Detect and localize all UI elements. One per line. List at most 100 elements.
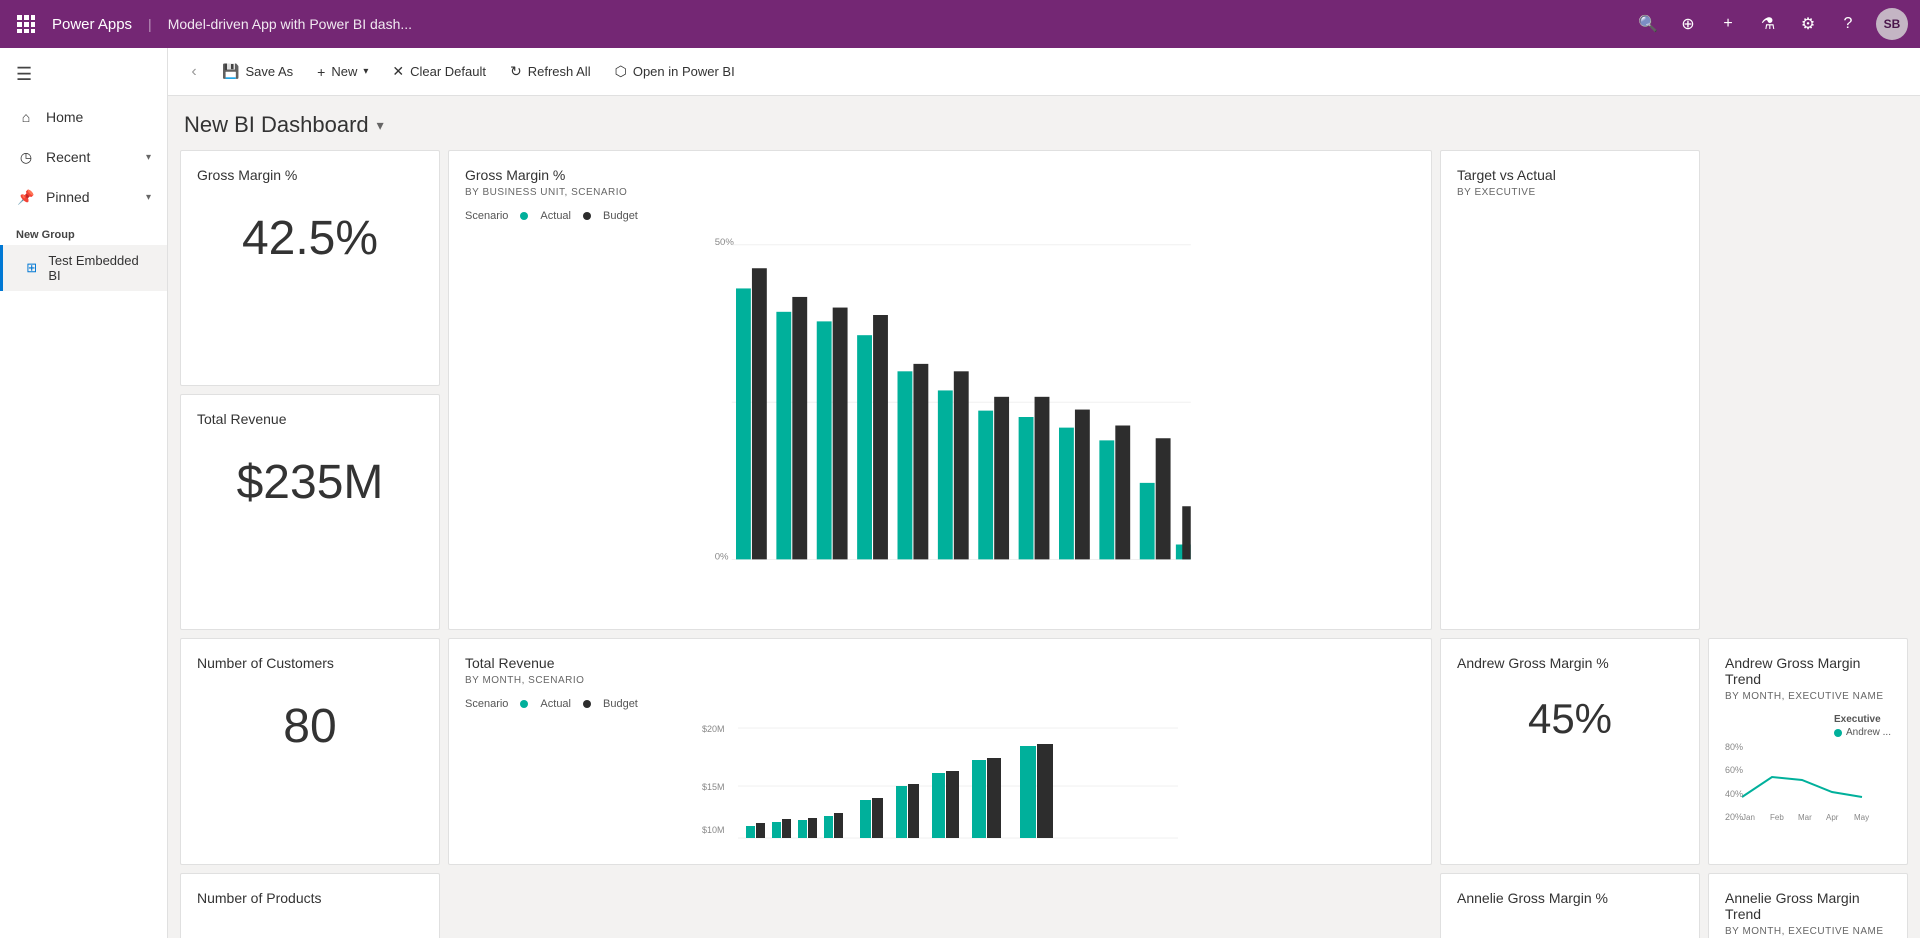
actual-dot [520,212,528,220]
recent-clock-icon: ◷ [16,147,36,167]
svg-text:FO-0: FO-0 [862,568,884,570]
svg-text:PU-0: PU-0 [1024,568,1046,570]
target-vs-actual-subtitle: BY EXECUTIVE [1457,187,1683,198]
svg-text:Apr: Apr [1826,813,1839,822]
dashboard-title: New BI Dashboard [184,112,369,138]
sidebar-item-pinned[interactable]: 📌 Pinned ▾ [0,177,167,217]
budget-label: Budget [603,210,638,222]
total-revenue-title: Total Revenue [197,411,423,427]
gross-margin-value: 42.5% [197,187,423,290]
sidebar-embedded-label: Test Embedded BI [48,253,151,283]
search-icon[interactable]: 🔍 [1636,12,1660,36]
total-revenue-chart-subtitle: BY MONTH, SCENARIO [465,675,1415,686]
open-power-bi-label: Open in Power BI [633,64,735,79]
pinned-chevron-icon: ▾ [146,192,151,203]
sidebar: ☰ ⌂ Home ◷ Recent ▾ 📌 Pinned ▾ New Group… [0,48,168,938]
tile-target-vs-actual: Target vs Actual BY EXECUTIVE [1440,150,1700,630]
svg-text:HO-0: HO-0 [984,568,1007,570]
products-title: Number of Products [197,890,423,906]
andrew-gm-value: 45% [1457,675,1683,763]
sidebar-recent-label: Recent [46,149,136,165]
svg-text:SE-0: SE-0 [1064,568,1085,570]
dashboard-area: New BI Dashboard ▾ Gross Margin % 42.5% … [168,96,1920,938]
tile-andrew-gross-margin: Andrew Gross Margin % 45% [1440,638,1700,865]
pin-icon: 📌 [16,187,36,207]
customers-title: Number of Customers [197,655,423,671]
add-icon[interactable]: + [1716,12,1740,36]
svg-text:CP-0: CP-0 [903,568,925,570]
sidebar-item-recent[interactable]: ◷ Recent ▾ [0,137,167,177]
tile-total-revenue-chart: Total Revenue BY MONTH, SCENARIO Scenari… [448,638,1432,865]
annelie-trend-subtitle: BY MONTH, EXECUTIVE NAME [1725,926,1891,937]
total-revenue-value: $235M [197,431,423,534]
clear-default-button[interactable]: ✕ Clear Default [382,57,496,86]
svg-text:$15M: $15M [702,782,725,792]
tile-gross-margin-pct: Gross Margin % 42.5% [180,150,440,386]
save-as-button[interactable]: 💾 Save As [212,57,303,86]
tile-andrew-trend: Andrew Gross Margin Trend BY MONTH, EXEC… [1708,638,1908,865]
waffle-menu[interactable] [12,10,40,38]
annelie-gm-title: Annelie Gross Margin % [1457,890,1683,906]
filter-icon[interactable]: ⚗ [1756,12,1780,36]
customers-value: 80 [197,675,423,778]
home-icon: ⌂ [16,107,36,127]
save-as-label: Save As [245,64,293,79]
tile-annelie-trend: Annelie Gross Margin Trend BY MONTH, EXE… [1708,873,1908,938]
settings-icon[interactable]: ⚙ [1796,12,1820,36]
tile-number-customers: Number of Customers 80 [180,638,440,865]
new-icon: + [317,64,325,80]
recent-icon[interactable]: ⊕ [1676,12,1700,36]
gross-margin-title: Gross Margin % [197,167,423,183]
sidebar-group-label: New Group [0,217,167,245]
open-in-power-bi-button[interactable]: ⬡ Open in Power BI [605,57,745,86]
top-nav: Power Apps | Model-driven App with Power… [0,0,1920,48]
andrew-trend-subtitle: BY MONTH, EXECUTIVE NAME [1725,691,1891,702]
clear-default-label: Clear Default [410,64,486,79]
svg-text:CR-0: CR-0 [1105,568,1127,570]
nav-title: Model-driven App with Power BI dash... [168,16,412,32]
budget-dot [583,212,591,220]
recent-chevron-icon: ▾ [146,152,151,163]
gross-margin-chart-subtitle: BY BUSINESS UNIT, SCENARIO [465,187,1415,198]
total-revenue-svg: $20M $15M $10M [465,718,1415,848]
tile-gross-margin-chart: Gross Margin % BY BUSINESS UNIT, SCENARI… [448,150,1432,630]
svg-text:FS-0: FS-0 [741,568,762,570]
andrew-gm-title: Andrew Gross Margin % [1457,655,1683,671]
user-avatar[interactable]: SB [1876,8,1908,40]
svg-text:LO-0: LO-0 [782,568,803,570]
svg-text:50%: 50% [715,237,735,248]
gross-margin-chart-title: Gross Margin % [465,167,1415,183]
new-button[interactable]: + New ▾ [307,58,378,86]
actual-label: Actual [540,210,571,222]
svg-text:Mar: Mar [1798,813,1812,822]
sidebar-hamburger[interactable]: ☰ [0,52,167,97]
refresh-icon: ↻ [510,63,522,80]
app-name: Power Apps [52,16,132,33]
dashboard-chevron-icon[interactable]: ▾ [377,117,384,134]
svg-text:0%: 0% [715,551,729,562]
svg-text:$20M: $20M [702,724,725,734]
annelie-trend-title: Annelie Gross Margin Trend [1725,890,1891,922]
clear-default-icon: ✕ [392,63,404,80]
back-button[interactable]: ‹ [180,58,208,86]
toolbar: ‹ 💾 Save As + New ▾ ✕ Clear Default ↻ Re… [168,48,1920,96]
tile-annelie-gross-margin: Annelie Gross Margin % [1440,873,1700,938]
tile-total-revenue: Total Revenue $235M [180,394,440,630]
nav-separator: | [148,16,152,32]
help-icon[interactable]: ? [1836,12,1860,36]
sidebar-pinned-label: Pinned [46,189,136,205]
sidebar-item-test-embedded-bi[interactable]: ⊞ Test Embedded BI [0,245,167,291]
target-vs-actual-title: Target vs Actual [1457,167,1683,183]
embedded-bi-icon: ⊞ [23,259,40,277]
refresh-all-label: Refresh All [528,64,591,79]
svg-text:MA-0: MA-0 [1177,568,1200,570]
svg-text:ER-0: ER-0 [1145,568,1167,570]
new-chevron-icon: ▾ [363,66,368,77]
dashboard-grid: Gross Margin % 42.5% Gross Margin % BY B… [180,150,1908,938]
svg-text:Feb: Feb [1770,813,1784,822]
gross-margin-chart-svg: 50% 0% [465,230,1415,570]
refresh-all-button[interactable]: ↻ Refresh All [500,57,601,86]
svg-text:SM-0: SM-0 [943,568,966,570]
sidebar-item-home[interactable]: ⌂ Home [0,97,167,137]
sidebar-home-label: Home [46,109,151,125]
